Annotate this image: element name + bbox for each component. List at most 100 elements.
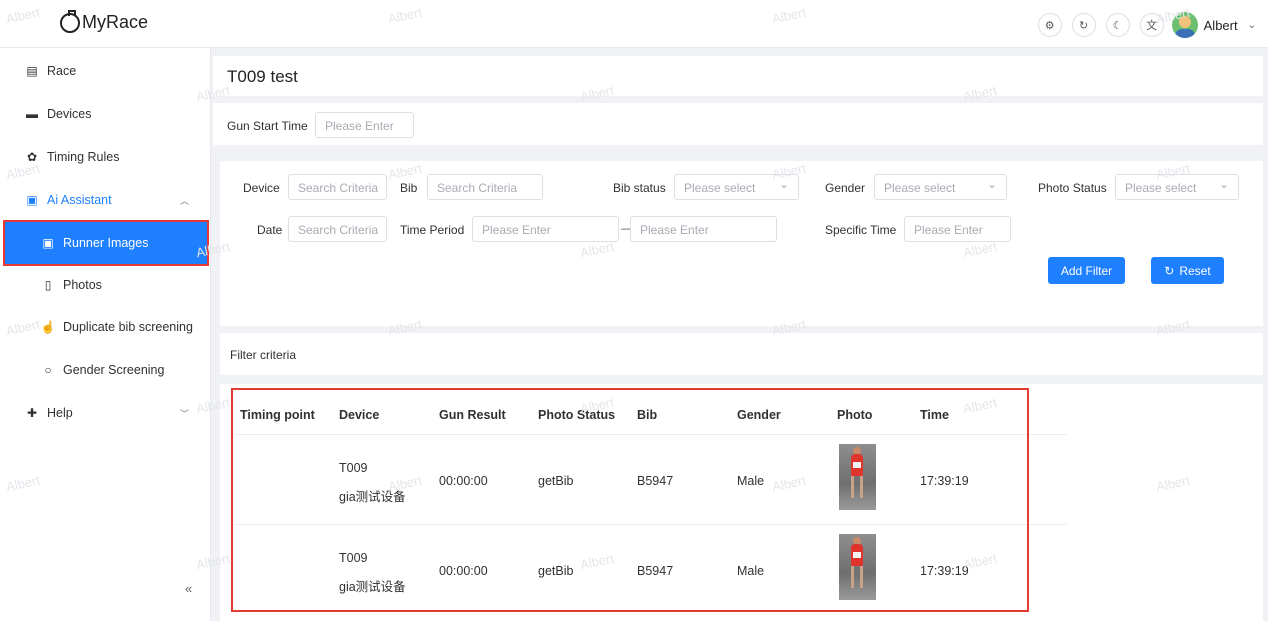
title-panel: T009 test bbox=[213, 56, 1263, 96]
chevron-down-icon[interactable]: ⌄ bbox=[1248, 20, 1256, 31]
sidebar: ▤ Race ▬ Devices ✿ Timing Rules ▣ Ai Ass… bbox=[0, 48, 211, 621]
sidebar-item-photos[interactable]: ▯ Photos bbox=[0, 264, 211, 306]
sidebar-item-label: Photos bbox=[63, 278, 102, 292]
pointer-icon: ☝ bbox=[40, 320, 56, 334]
stopwatch-icon bbox=[60, 9, 80, 33]
runner-photo[interactable] bbox=[839, 444, 876, 510]
photo-status-select[interactable]: Please select bbox=[1115, 174, 1239, 200]
photo-status-cell: getBib bbox=[538, 564, 574, 578]
refresh-icon: ↻ bbox=[1164, 263, 1175, 278]
sidebar-item-label: Race bbox=[47, 64, 77, 78]
clipboard-icon: ▤ bbox=[26, 64, 38, 78]
gender-label: Gender bbox=[825, 181, 866, 195]
sidebar-item-label: Devices bbox=[47, 107, 92, 121]
moon-icon[interactable]: ☾ bbox=[1105, 13, 1130, 37]
sidebar-item-label: Gender Screening bbox=[63, 363, 165, 377]
reset-button-label: Reset bbox=[1179, 263, 1211, 278]
add-filter-button[interactable]: Add Filter bbox=[1048, 257, 1125, 284]
time-period-label: Time Period bbox=[400, 223, 465, 237]
gender-cell: Male bbox=[737, 564, 765, 578]
results-panel: Timing point Device Gun Result Photo Sta… bbox=[220, 384, 1263, 621]
monitor-icon: ▬ bbox=[26, 107, 38, 121]
time-cell: 17:39:19 bbox=[920, 564, 969, 578]
sidebar-item-ai-assistant[interactable]: ▣ Ai Assistant ︿ bbox=[0, 179, 211, 221]
image-icon: ▣ bbox=[42, 236, 54, 250]
bib-status-select[interactable]: Please select bbox=[674, 174, 799, 200]
gun-start-input[interactable]: Please Enter bbox=[315, 112, 414, 138]
collapse-sidebar-icon[interactable]: « bbox=[185, 581, 192, 596]
app-logo[interactable]: MyRace bbox=[60, 9, 149, 33]
search-icon: ○ bbox=[44, 363, 52, 377]
gun-result-cell: 00:00:00 bbox=[439, 564, 488, 578]
bib-status-label: Bib status bbox=[613, 181, 666, 195]
time-cell: 17:39:19 bbox=[920, 474, 969, 488]
chevron-up-icon: ︿ bbox=[179, 195, 189, 206]
top-header: MyRace ⚙ ↻ ☾ 文 Albert ⌄ bbox=[0, 0, 1268, 48]
bib-label: Bib bbox=[400, 181, 418, 195]
device-input[interactable]: Search Criteria bbox=[288, 174, 387, 200]
photo-status-cell: getBib bbox=[538, 474, 574, 488]
gun-start-panel: Gun Start Time Please Enter bbox=[213, 103, 1263, 145]
sidebar-item-race[interactable]: ▤ Race bbox=[0, 50, 211, 92]
specific-time-input[interactable]: Please Enter bbox=[904, 216, 1011, 242]
filter-criteria-label: Filter criteria bbox=[230, 348, 297, 362]
main-content: T009 test Gun Start Time Please Enter De… bbox=[213, 48, 1265, 621]
column-header: Gender bbox=[737, 408, 781, 422]
filter-criteria-panel: Filter criteria bbox=[220, 333, 1263, 375]
sidebar-item-runner-images[interactable]: ▣ Runner Images bbox=[3, 220, 209, 266]
time-period-end-input[interactable]: Please Enter bbox=[630, 216, 777, 242]
sidebar-item-help[interactable]: ✚ Help ﹀ bbox=[0, 392, 211, 434]
page-title: T009 test bbox=[227, 67, 298, 86]
date-input[interactable]: Search Criteria bbox=[288, 216, 387, 242]
sidebar-item-duplicate-bib-screening[interactable]: ☝ Duplicate bib screening bbox=[0, 306, 211, 348]
column-header: Photo Status bbox=[538, 408, 616, 422]
reset-button[interactable]: ↻ Reset bbox=[1151, 257, 1224, 284]
settings-icon[interactable]: ⚙ bbox=[1037, 13, 1062, 37]
column-header: Timing point bbox=[240, 408, 315, 422]
table-row[interactable]: T009 gia测试设备 00:00:00 getBib B5947 Male … bbox=[234, 526, 1067, 615]
help-icon: ✚ bbox=[26, 406, 38, 420]
image-icon: ▣ bbox=[26, 193, 38, 207]
device-label: Device bbox=[243, 181, 280, 195]
device-cell-code: T009 bbox=[339, 461, 368, 475]
column-header: Bib bbox=[637, 408, 658, 422]
sidebar-item-devices[interactable]: ▬ Devices bbox=[0, 93, 211, 135]
avatar[interactable] bbox=[1171, 12, 1198, 38]
sidebar-item-label: Timing Rules bbox=[47, 150, 120, 164]
sidebar-item-label: Ai Assistant bbox=[47, 193, 112, 207]
sidebar-item-label: Duplicate bib screening bbox=[63, 320, 193, 334]
bib-cell: B5947 bbox=[637, 474, 674, 488]
column-header: Device bbox=[339, 408, 380, 422]
photo-status-label: Photo Status bbox=[1038, 181, 1107, 195]
table-header: Timing point Device Gun Result Photo Sta… bbox=[234, 393, 1067, 435]
translate-icon[interactable]: 文 bbox=[1139, 13, 1164, 37]
device-cell-code: T009 bbox=[339, 551, 368, 565]
user-name[interactable]: Albert bbox=[1204, 18, 1238, 33]
sidebar-item-label: Help bbox=[47, 406, 73, 420]
specific-time-label: Specific Time bbox=[825, 223, 897, 237]
gender-cell: Male bbox=[737, 474, 765, 488]
app-logo-text: MyRace bbox=[82, 12, 149, 32]
bib-cell: B5947 bbox=[637, 564, 674, 578]
gun-start-label: Gun Start Time bbox=[227, 119, 308, 133]
bib-input[interactable]: Search Criteria bbox=[427, 174, 543, 200]
filter-panel: Device Search Criteria Bib Search Criter… bbox=[220, 161, 1263, 326]
sidebar-item-gender-screening[interactable]: ○ Gender Screening bbox=[0, 349, 211, 391]
sidebar-item-timing-rules[interactable]: ✿ Timing Rules bbox=[0, 136, 211, 178]
gear-icon: ✿ bbox=[26, 150, 38, 164]
gun-result-cell: 00:00:00 bbox=[439, 474, 488, 488]
column-header: Gun Result bbox=[439, 408, 506, 422]
tablet-icon: ▯ bbox=[44, 278, 52, 292]
device-cell-name: gia测试设备 bbox=[339, 580, 406, 594]
chevron-down-icon: ﹀ bbox=[179, 408, 189, 419]
table-row[interactable]: T009 gia测试设备 00:00:00 getBib B5947 Male … bbox=[234, 436, 1067, 525]
column-header: Photo bbox=[837, 408, 873, 422]
gender-select[interactable]: Please select bbox=[874, 174, 1007, 200]
refresh-icon[interactable]: ↻ bbox=[1071, 13, 1096, 37]
date-label: Date bbox=[257, 223, 283, 237]
device-cell-name: gia测试设备 bbox=[339, 490, 406, 504]
time-period-start-input[interactable]: Please Enter bbox=[472, 216, 619, 242]
sidebar-item-label: Runner Images bbox=[63, 236, 149, 250]
runner-photo[interactable] bbox=[839, 534, 876, 600]
column-header: Time bbox=[920, 408, 949, 422]
